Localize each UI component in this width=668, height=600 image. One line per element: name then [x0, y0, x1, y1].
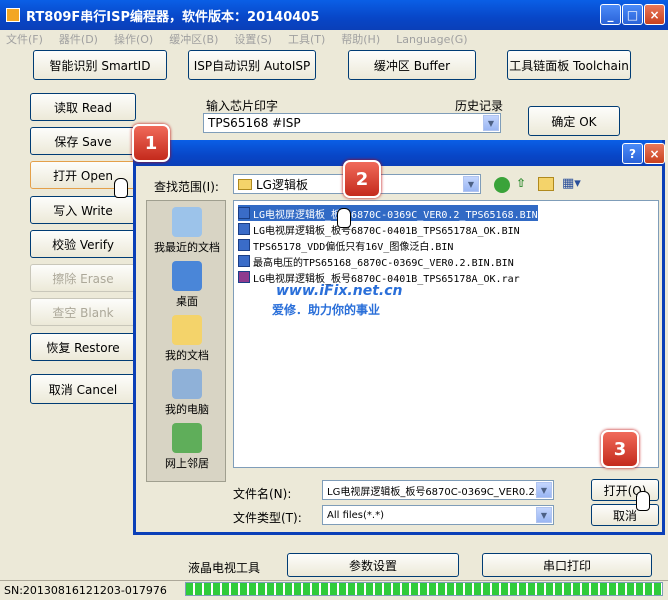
callout-step-2: 2: [343, 160, 381, 198]
erase-button[interactable]: 擦除 Erase: [30, 264, 136, 292]
place-my-documents[interactable]: 我的文档: [147, 315, 227, 363]
confirm-ok-button[interactable]: 确定 OK: [528, 106, 620, 136]
watermark-url: www.iFix.net.cn: [276, 283, 403, 299]
history-label: 历史记录: [455, 99, 504, 113]
chevron-down-icon[interactable]: ▼: [463, 176, 479, 192]
list-item[interactable]: 最高电压的TPS65168_6870C-0369C_VER0.2.BIN.BIN: [238, 253, 514, 269]
place-label: 桌面: [176, 295, 198, 308]
view-menu-icon[interactable]: ▦▾: [562, 176, 581, 191]
filename-value: LG电视屏逻辑板_板号6870C-0369C_VER0.2.: [327, 486, 538, 498]
dialog-close-button[interactable]: ×: [644, 143, 665, 164]
chip-input-label: 输入芯片印字: [206, 99, 279, 113]
restore-button[interactable]: 恢复 Restore: [30, 333, 136, 361]
auto-isp-button[interactable]: ISP自动识别 AutoISP: [188, 50, 316, 80]
chip-input-value: TPS65168 #ISP: [208, 116, 301, 130]
desktop-icon: [172, 261, 202, 291]
place-my-computer[interactable]: 我的电脑: [147, 369, 227, 417]
place-label: 我最近的文档: [154, 241, 220, 254]
dialog-title-bar: [136, 140, 662, 166]
hand-cursor-icon: [636, 491, 650, 511]
chip-input-combo[interactable]: TPS65168 #ISP ▼: [203, 113, 501, 133]
list-item[interactable]: LG电视屏逻辑板_板号6870C-0401B_TPS65178A_OK.BIN: [238, 221, 520, 237]
maximize-button[interactable]: □: [622, 4, 643, 25]
help-icon[interactable]: ?: [622, 143, 643, 164]
place-desktop[interactable]: 桌面: [147, 261, 227, 309]
bin-file-icon: [238, 255, 250, 267]
rar-file-icon: [238, 271, 250, 283]
smart-id-button[interactable]: 智能识别 SmartID: [33, 50, 167, 80]
new-folder-icon[interactable]: [538, 177, 554, 191]
menu-device[interactable]: 器件(D): [59, 31, 98, 47]
list-item[interactable]: LG电视屏逻辑板_板号6870C-0369C_VER0.2_TPS65168.B…: [238, 205, 538, 221]
filetype-value: All files(*.*): [327, 509, 384, 521]
menu-operation[interactable]: 操作(O): [114, 31, 153, 47]
lcd-tools-label: 液晶电视工具: [188, 561, 261, 575]
chevron-down-icon[interactable]: ▼: [483, 115, 499, 131]
filetype-label: 文件类型(T):: [233, 511, 302, 525]
serial-print-button[interactable]: 串口打印: [482, 553, 652, 577]
window-title-bar: RT809F串行ISP编程器，软件版本：20140405: [0, 0, 668, 30]
menu-file[interactable]: 文件(F): [6, 31, 43, 47]
place-label: 我的文档: [165, 349, 209, 362]
hand-cursor-icon: [337, 208, 351, 228]
open-file-dialog: ? × 查找范围(I): LG逻辑板 ▼ ⇧ ▦▾ 我最近的文档 桌面 我的文档…: [133, 140, 665, 535]
bin-file-icon: [238, 239, 250, 251]
bin-file-icon: [238, 207, 250, 219]
window-title: RT809F串行ISP编程器，软件版本：20140405: [26, 9, 320, 25]
menu-buffer[interactable]: 缓冲区(B): [169, 31, 218, 47]
place-label: 网上邻居: [165, 457, 209, 470]
watermark-slogan: 爱修．助力你的事业: [272, 303, 381, 317]
my-computer-icon: [172, 369, 202, 399]
place-label: 我的电脑: [165, 403, 209, 416]
list-item[interactable]: TPS65178_VDD偏低只有16V_图像泛白.BIN: [238, 237, 453, 253]
callout-step-1: 1: [132, 124, 170, 162]
write-button[interactable]: 写入 Write: [30, 196, 136, 224]
bin-file-icon: [238, 223, 250, 235]
minimize-button[interactable]: _: [600, 4, 621, 25]
menu-settings[interactable]: 设置(S): [234, 31, 272, 47]
network-icon: [172, 423, 202, 453]
place-network[interactable]: 网上邻居: [147, 423, 227, 471]
look-in-value: LG逻辑板: [256, 177, 308, 192]
recent-documents-icon: [172, 207, 202, 237]
file-list[interactable]: LG电视屏逻辑板_板号6870C-0369C_VER0.2_TPS65168.B…: [233, 200, 659, 468]
place-recent[interactable]: 我最近的文档: [147, 207, 227, 255]
buffer-button[interactable]: 缓冲区 Buffer: [348, 50, 476, 80]
app-icon: [6, 8, 20, 22]
filetype-select[interactable]: All files(*.*) ▼: [322, 505, 554, 525]
places-bar: 我最近的文档 桌面 我的文档 我的电脑 网上邻居: [146, 200, 226, 482]
verify-button[interactable]: 校验 Verify: [30, 230, 136, 258]
menu-bar: 文件(F) 器件(D) 操作(O) 缓冲区(B) 设置(S) 工具(T) 帮助(…: [0, 30, 668, 48]
save-button[interactable]: 保存 Save: [30, 127, 136, 155]
folder-icon: [238, 178, 252, 190]
serial-number: SN:20130816121203-017976: [4, 584, 167, 597]
read-button[interactable]: 读取 Read: [30, 93, 136, 121]
cancel-main-button[interactable]: 取消 Cancel: [30, 374, 136, 404]
menu-language[interactable]: Language(G): [396, 33, 467, 46]
menu-tools[interactable]: 工具(T): [288, 31, 325, 47]
callout-step-3: 3: [601, 430, 639, 468]
back-icon[interactable]: [494, 177, 510, 193]
blank-check-button[interactable]: 查空 Blank: [30, 298, 136, 326]
my-documents-icon: [172, 315, 202, 345]
progress-bar: [185, 582, 663, 596]
hand-cursor-icon: [114, 178, 128, 198]
filename-label: 文件名(N):: [233, 487, 292, 501]
up-folder-icon[interactable]: ⇧: [516, 176, 526, 190]
menu-help[interactable]: 帮助(H): [341, 31, 380, 47]
chevron-down-icon[interactable]: ▼: [536, 507, 552, 523]
look-in-label: 查找范围(I):: [154, 180, 219, 194]
filename-input[interactable]: LG电视屏逻辑板_板号6870C-0369C_VER0.2. ▼: [322, 480, 554, 500]
chevron-down-icon[interactable]: ▼: [536, 482, 552, 498]
params-settings-button[interactable]: 参数设置: [287, 553, 459, 577]
close-button[interactable]: ×: [644, 4, 665, 25]
toolchain-button[interactable]: 工具链面板 Toolchain: [507, 50, 631, 80]
